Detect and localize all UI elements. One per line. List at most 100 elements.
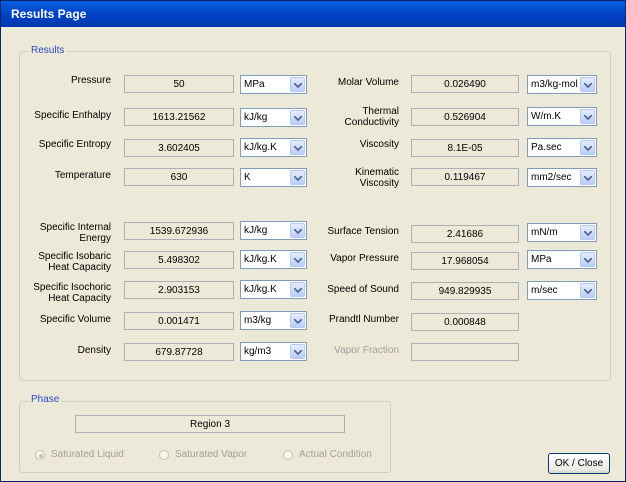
radio-label: Saturated Liquid: [51, 449, 124, 460]
dropdown-arrow-icon[interactable]: [580, 252, 595, 267]
value-temperature: 630: [124, 168, 234, 186]
dropdown-arrow-icon[interactable]: [580, 225, 595, 240]
unit-text-pressure: MPa: [244, 79, 265, 90]
unit-text-specific-isobaric-heat-capacity: kJ/kg.K: [244, 254, 277, 265]
unit-text-density: kg/m3: [244, 346, 272, 357]
value-specific-volume: 0.001471: [124, 312, 234, 330]
value-molar-volume: 0.026490: [411, 75, 519, 93]
value-prandtl-number: 0.000848: [411, 313, 519, 331]
unit-text-molar-volume: m3/kg-mol: [531, 79, 578, 90]
dropdown-arrow-icon[interactable]: [290, 313, 305, 328]
unit-select-kinematic-viscosity[interactable]: mm2/sec: [527, 168, 597, 187]
dropdown-arrow-icon[interactable]: [580, 140, 595, 155]
label-prandtl-number: Prandtl Number: [328, 314, 399, 325]
unit-select-specific-isobaric-heat-capacity[interactable]: kJ/kg.K: [240, 250, 307, 269]
title-bar: Results Page: [1, 1, 625, 27]
label-specific-enthalpy: Specific Enthalpy: [34, 110, 111, 121]
ok-close-button[interactable]: OK / Close: [548, 453, 610, 474]
value-pressure: 50: [124, 75, 234, 93]
value-speed-of-sound: 949.829935: [411, 282, 519, 300]
label-thermal-conductivity: Thermal Conductivity: [344, 106, 399, 128]
unit-select-viscosity[interactable]: Pa.sec: [527, 138, 597, 157]
radio-circle[interactable]: [35, 450, 45, 460]
phase-groupbox: [19, 401, 391, 473]
dropdown-arrow-icon[interactable]: [290, 282, 305, 297]
dropdown-arrow-icon[interactable]: [580, 77, 595, 92]
label-vapor-pressure: Vapor Pressure: [330, 253, 399, 264]
unit-text-speed-of-sound: m/sec: [531, 285, 558, 296]
unit-select-specific-entropy[interactable]: kJ/kg.K: [240, 138, 307, 157]
radio-circle[interactable]: [159, 450, 169, 460]
value-vapor-pressure: 17.968054: [411, 252, 519, 270]
dropdown-arrow-icon[interactable]: [290, 77, 305, 92]
value-specific-isochoric-heat-capacity: 2.903153: [124, 281, 234, 299]
label-surface-tension: Surface Tension: [327, 226, 399, 237]
label-specific-isobaric-heat-capacity: Specific Isobaric Heat Capacity: [38, 251, 111, 273]
value-surface-tension: 2.41686: [411, 225, 519, 243]
dropdown-arrow-icon[interactable]: [290, 344, 305, 359]
unit-select-thermal-conductivity[interactable]: W/m.K: [527, 107, 597, 126]
unit-select-speed-of-sound[interactable]: m/sec: [527, 281, 597, 300]
dropdown-arrow-icon[interactable]: [580, 283, 595, 298]
label-viscosity: Viscosity: [359, 139, 399, 150]
unit-select-vapor-pressure[interactable]: MPa: [527, 250, 597, 269]
unit-text-specific-entropy: kJ/kg.K: [244, 142, 277, 153]
value-specific-enthalpy: 1613.21562: [124, 108, 234, 126]
radio-selected-dot: [39, 454, 43, 458]
unit-select-surface-tension[interactable]: mN/m: [527, 223, 597, 242]
unit-text-surface-tension: mN/m: [531, 227, 558, 238]
unit-text-temperature: K: [244, 172, 251, 183]
label-molar-volume: Molar Volume: [337, 77, 399, 88]
label-temperature: Temperature: [54, 170, 111, 181]
label-specific-isochoric-heat-capacity: Specific Isochoric Heat Capacity: [33, 282, 111, 304]
value-viscosity: 8.1E-05: [411, 139, 519, 157]
label-specific-internal-energy: Specific Internal Energy: [39, 222, 111, 244]
unit-select-pressure[interactable]: MPa: [240, 75, 307, 94]
label-specific-entropy: Specific Entropy: [38, 139, 111, 150]
dropdown-arrow-icon[interactable]: [290, 223, 305, 238]
radio-circle[interactable]: [283, 450, 293, 460]
unit-select-specific-enthalpy[interactable]: kJ/kg: [240, 108, 307, 127]
dropdown-arrow-icon[interactable]: [290, 252, 305, 267]
value-specific-entropy: 3.602405: [124, 139, 234, 157]
label-density: Density: [77, 345, 111, 356]
results-groupbox: [19, 51, 611, 381]
unit-select-temperature[interactable]: K: [240, 168, 307, 187]
results-legend: Results: [29, 45, 67, 56]
results-window: Results Page Results Pressure 50 MPa Spe…: [0, 0, 626, 482]
unit-text-specific-isochoric-heat-capacity: kJ/kg.K: [244, 284, 277, 295]
radio-label: Saturated Vapor: [175, 449, 248, 460]
unit-select-molar-volume[interactable]: m3/kg-mol: [527, 75, 597, 94]
label-speed-of-sound: Speed of Sound: [327, 284, 399, 295]
dropdown-arrow-icon[interactable]: [580, 109, 595, 124]
label-pressure: Pressure: [70, 75, 111, 86]
value-vapor-fraction: [411, 343, 519, 361]
phase-legend: Phase: [29, 394, 62, 405]
unit-text-specific-internal-energy: kJ/kg: [244, 225, 268, 236]
unit-select-density[interactable]: kg/m3: [240, 342, 307, 361]
unit-text-vapor-pressure: MPa: [531, 254, 552, 265]
value-thermal-conductivity: 0.526904: [411, 108, 519, 126]
label-kinematic-viscosity: Kinematic Viscosity: [355, 167, 399, 189]
radio-label: Actual Condition: [299, 449, 372, 460]
value-specific-internal-energy: 1539.672936: [124, 222, 234, 240]
unit-text-specific-enthalpy: kJ/kg: [244, 112, 268, 123]
dropdown-arrow-icon[interactable]: [290, 140, 305, 155]
dropdown-arrow-icon[interactable]: [580, 170, 595, 185]
unit-select-specific-volume[interactable]: m3/kg: [240, 311, 307, 330]
dropdown-arrow-icon[interactable]: [290, 170, 305, 185]
unit-select-specific-isochoric-heat-capacity[interactable]: kJ/kg.K: [240, 280, 307, 299]
unit-text-specific-volume: m3/kg: [244, 315, 272, 326]
window-title: Results Page: [11, 7, 87, 21]
region-display: Region 3: [75, 415, 345, 433]
value-density: 679.87728: [124, 343, 234, 361]
unit-text-viscosity: Pa.sec: [531, 142, 562, 153]
label-vapor-fraction: Vapor Fraction: [334, 345, 399, 356]
label-specific-volume: Specific Volume: [39, 314, 111, 325]
value-kinematic-viscosity: 0.119467: [411, 168, 519, 186]
unit-text-kinematic-viscosity: mm2/sec: [531, 172, 572, 183]
value-specific-isobaric-heat-capacity: 5.498302: [124, 251, 234, 269]
dropdown-arrow-icon[interactable]: [290, 110, 305, 125]
unit-select-specific-internal-energy[interactable]: kJ/kg: [240, 221, 307, 240]
unit-text-thermal-conductivity: W/m.K: [531, 111, 561, 122]
